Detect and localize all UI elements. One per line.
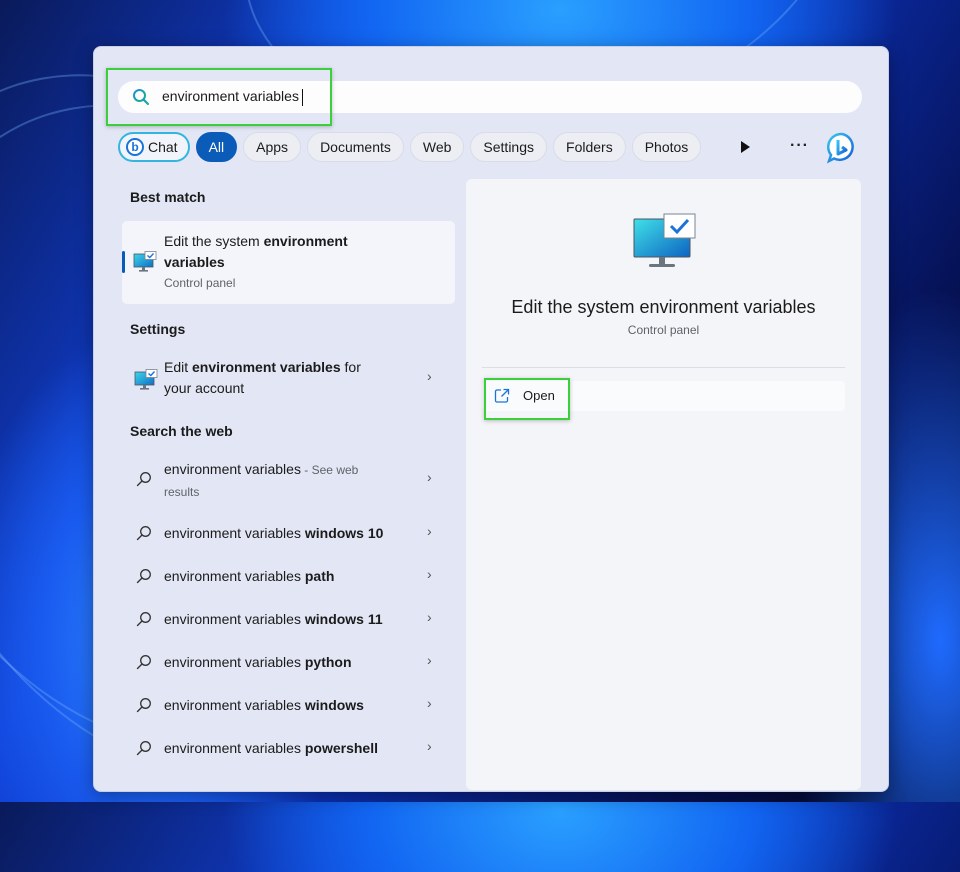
filter-label: Web (422, 139, 452, 155)
web-suggestion-item[interactable]: environment variables windows 11 › (94, 599, 466, 639)
filter-label: Apps (256, 139, 289, 155)
open-label: Open (523, 388, 555, 403)
text-plain: environment variables (164, 697, 305, 713)
selection-indicator (122, 251, 125, 273)
search-web-heading: Search the web (130, 423, 233, 439)
text-bold: powershell (304, 740, 378, 756)
suggestion-text: environment variables path (164, 566, 334, 587)
suggestion-text: environment variables windows (164, 695, 364, 716)
search-icon (136, 698, 151, 713)
web-suggestion-item[interactable]: environment variables path › (94, 556, 466, 596)
web-result-item[interactable]: environment variables - See web results … (94, 459, 466, 509)
text-plain: environment variables (164, 654, 305, 670)
search-icon (136, 655, 151, 670)
text-bold: windows 10 (304, 525, 384, 541)
filter-all[interactable]: All (195, 132, 238, 162)
settings-result-item[interactable]: Edit environment variables for your acco… (94, 355, 466, 403)
divider (482, 367, 845, 368)
chevron-right-icon: › (427, 368, 432, 384)
start-search-panel: environment variables b Chat All Apps Do… (93, 46, 889, 792)
chevron-right-icon: › (427, 523, 432, 539)
open-button[interactable]: Open (482, 381, 845, 411)
chevron-right-icon: › (427, 652, 432, 668)
preview-subtitle: Control panel (627, 323, 700, 337)
filter-label: Documents (320, 139, 391, 155)
preview-pane: Edit the system environment variables Co… (466, 179, 861, 790)
web-suggestion-item[interactable]: environment variables python › (94, 642, 466, 682)
best-match-subtitle: Control panel (164, 276, 236, 290)
search-box[interactable]: environment variables (118, 81, 862, 113)
query-text: environment variables (164, 461, 301, 477)
filter-web[interactable]: Web (409, 132, 465, 162)
suggestion-text: environment variables python (164, 652, 352, 673)
monitor-check-icon (633, 213, 696, 267)
search-icon (136, 472, 151, 487)
best-match-heading: Best match (130, 189, 206, 205)
play-icon[interactable] (738, 139, 752, 155)
filter-label: Settings (483, 139, 535, 155)
filter-apps[interactable]: Apps (243, 132, 302, 162)
text-bold: windows 11 (304, 611, 383, 627)
text-plain: environment variables (164, 740, 305, 756)
chevron-right-icon: › (427, 738, 432, 754)
suggestion-text: environment variables windows 10 (164, 523, 383, 544)
web-result-text: environment variables - See web results (164, 459, 384, 503)
text-bold: windows (304, 697, 364, 713)
search-icon (136, 526, 151, 541)
monitor-check-icon (133, 251, 157, 272)
text-plain: environment variables (164, 525, 305, 541)
web-suggestion-item[interactable]: environment variables windows 10 › (94, 513, 466, 553)
text-bold: environment variables (192, 359, 341, 375)
search-icon (136, 741, 151, 756)
text-bold: python (304, 654, 352, 670)
filter-label: Photos (644, 139, 689, 155)
search-query-text: environment variables (162, 88, 299, 105)
web-suggestion-item[interactable]: environment variables powershell › (94, 728, 466, 768)
filter-folders[interactable]: Folders (553, 132, 626, 162)
preview-title: Edit the system environment variables (511, 297, 816, 317)
search-icon (136, 569, 151, 584)
filter-documents[interactable]: Documents (307, 132, 404, 162)
filter-label: Folders (566, 139, 613, 155)
settings-result-text: Edit environment variables for your acco… (164, 357, 374, 399)
text-plain: environment variables (164, 568, 305, 584)
suggestion-text: environment variables windows 11 (164, 609, 383, 630)
text-caret (301, 88, 303, 106)
filter-photos[interactable]: Photos (631, 132, 702, 162)
chevron-right-icon: › (427, 566, 432, 582)
chat-filter-button[interactable]: b Chat (118, 132, 190, 162)
more-options-button[interactable]: ··· (790, 137, 809, 155)
chevron-right-icon: › (427, 609, 432, 625)
filter-settings[interactable]: Settings (470, 132, 548, 162)
settings-heading: Settings (130, 321, 186, 337)
chat-label: Chat (148, 139, 178, 155)
search-icon (133, 89, 150, 106)
open-external-icon (494, 388, 510, 403)
chevron-right-icon: › (427, 695, 432, 711)
search-icon (136, 612, 151, 627)
bing-chat-icon[interactable] (825, 131, 859, 165)
suggestion-text: environment variables powershell (164, 738, 378, 759)
search-input[interactable]: environment variables (162, 88, 303, 106)
bing-icon: b (126, 138, 144, 156)
text-plain: environment variables (164, 611, 305, 627)
best-match-title: Edit the system environment variables (164, 231, 364, 273)
text-plain: Edit (164, 359, 193, 375)
monitor-check-icon (134, 369, 158, 390)
best-match-item[interactable]: Edit the system environment variables Co… (122, 221, 455, 304)
text-bold: path (304, 568, 335, 584)
chevron-right-icon: › (427, 469, 432, 485)
filter-bar: b Chat All Apps Documents Web Settings F… (118, 131, 702, 163)
filter-label: All (208, 139, 225, 155)
web-suggestion-item[interactable]: environment variables windows › (94, 685, 466, 725)
title-plain: Edit the system (164, 233, 264, 249)
